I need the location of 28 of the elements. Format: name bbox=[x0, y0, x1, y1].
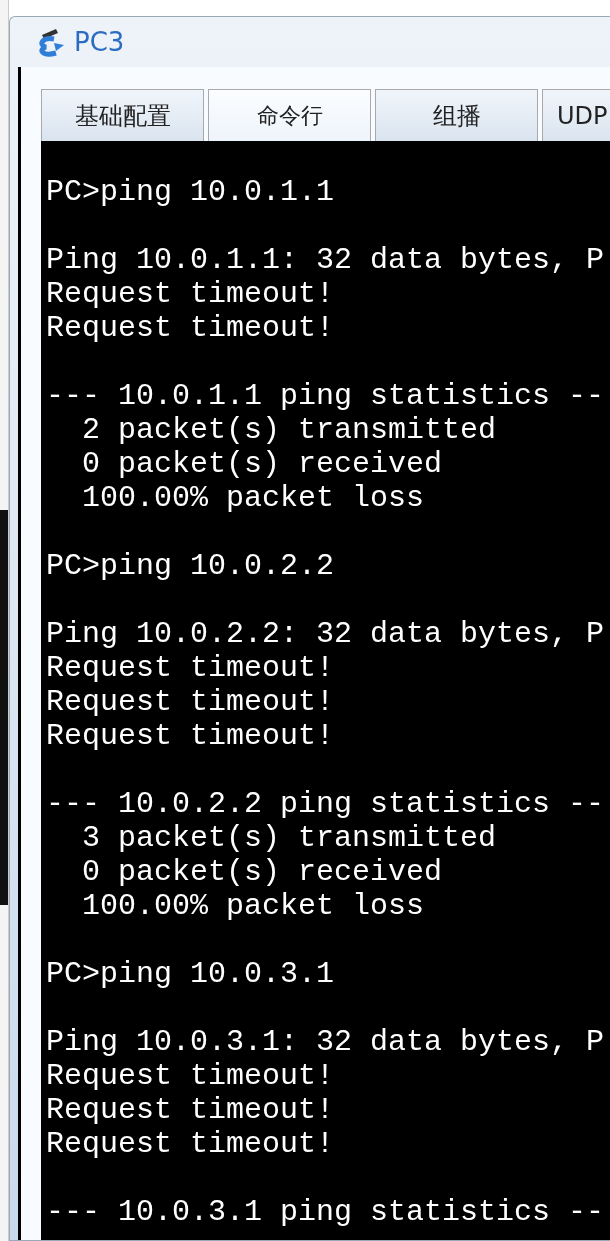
window-title: PC3 bbox=[74, 27, 125, 57]
terminal-line: 2 packet(s) transmitted bbox=[81, 413, 497, 447]
tab[interactable]: 命令行 bbox=[208, 89, 371, 141]
terminal-line: --- 10.0.2.2 ping statistics -- bbox=[46, 787, 605, 821]
terminal-line: 100.00% packet loss bbox=[81, 889, 425, 923]
terminal-line: Ping 10.0.2.2: 32 data bytes, P bbox=[46, 617, 605, 651]
terminal-line: PC>ping 10.0.2.2 bbox=[46, 549, 335, 583]
terminal-line: Request timeout! bbox=[46, 1093, 335, 1127]
terminal-line: 100.00% packet loss bbox=[81, 481, 425, 515]
terminal-line: Request timeout! bbox=[46, 651, 335, 685]
terminal-line: Request timeout! bbox=[46, 719, 335, 753]
tab[interactable]: 组播 bbox=[375, 89, 538, 141]
terminal-line: Ping 10.0.3.1: 32 data bytes, P bbox=[46, 1025, 605, 1059]
terminal-line: --- 10.0.3.1 ping statistics -- bbox=[46, 1195, 605, 1229]
terminal-line: 0 packet(s) received bbox=[81, 855, 443, 889]
terminal-line: 0 packet(s) received bbox=[81, 447, 443, 481]
terminal-line: Request timeout! bbox=[46, 311, 335, 345]
terminal-line: 3 packet(s) transmitted bbox=[81, 821, 497, 855]
terminal-line: Request timeout! bbox=[46, 277, 335, 311]
terminal-line: PC>ping 10.0.3.1 bbox=[46, 957, 335, 991]
tab[interactable]: UDP bbox=[542, 89, 610, 141]
terminal-line: Request timeout! bbox=[46, 1059, 335, 1093]
terminal-line: --- 10.0.1.1 ping statistics -- bbox=[46, 379, 605, 413]
tab[interactable]: 基础配置 bbox=[41, 89, 204, 141]
terminal-line: Request timeout! bbox=[46, 1127, 335, 1161]
terminal-line: Request timeout! bbox=[46, 685, 335, 719]
terminal-line: PC>ping 10.0.1.1 bbox=[46, 175, 335, 209]
terminal-line: Ping 10.0.1.1: 32 data bytes, P bbox=[46, 243, 605, 277]
